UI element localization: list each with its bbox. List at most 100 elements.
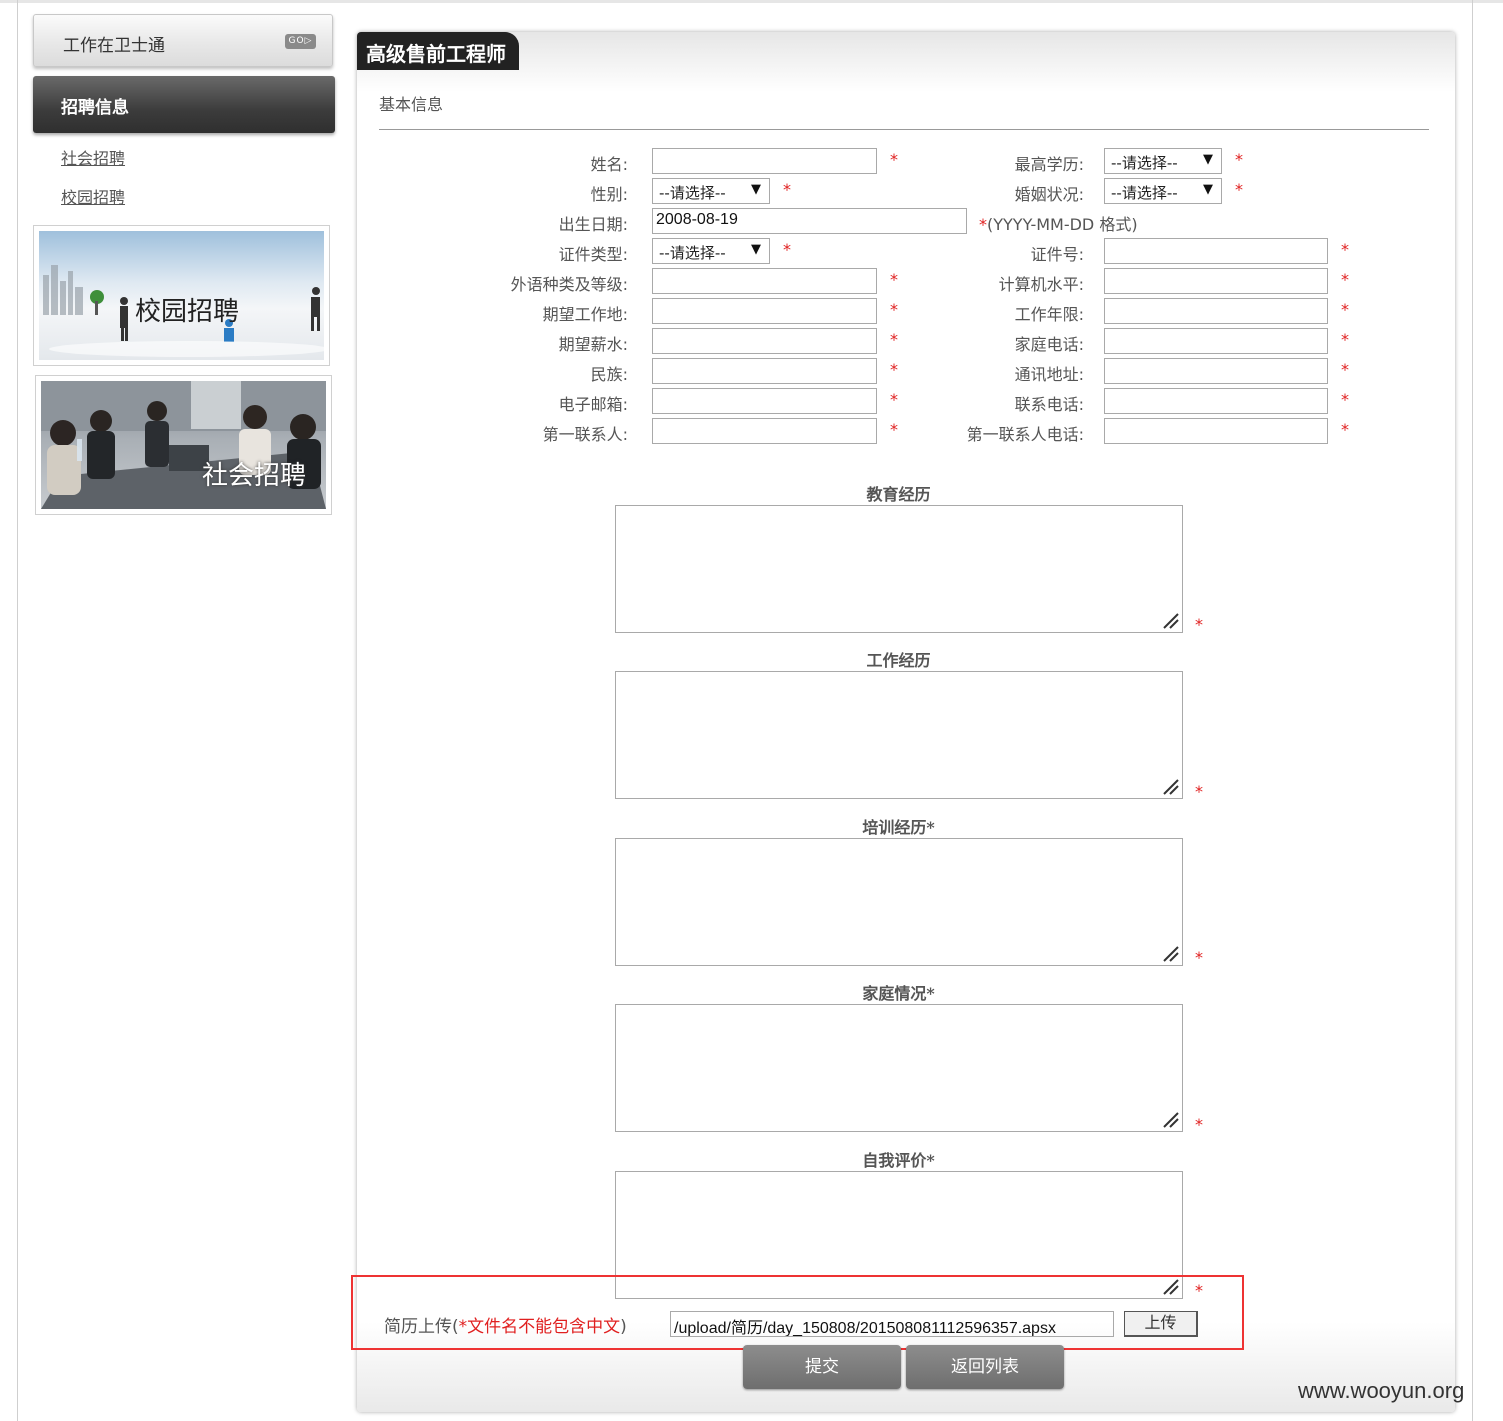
go-icon[interactable]: GO▷ xyxy=(285,34,316,49)
name-required: * xyxy=(890,150,898,169)
idtype-select-value: --请选择-- xyxy=(659,244,726,262)
language-input[interactable] xyxy=(652,268,877,294)
idtype-label: 证件类型: xyxy=(558,245,628,264)
idtype-select[interactable]: --请选择-- ▼ xyxy=(652,238,770,264)
watermark: www.wooyun.org xyxy=(1298,1378,1465,1403)
work-history-required: * xyxy=(1195,782,1203,801)
submit-button[interactable]: 提交 xyxy=(743,1345,901,1389)
ethnic-input[interactable] xyxy=(652,358,877,384)
gender-select-value: --请选择-- xyxy=(659,184,726,202)
work-years-required: * xyxy=(1341,300,1349,319)
training-history-title: 培训经历* xyxy=(862,818,935,837)
phone-required: * xyxy=(1341,390,1349,409)
work-years-input[interactable] xyxy=(1104,298,1328,324)
family-info-required: * xyxy=(1195,1115,1203,1134)
page: 工作在卫士通 GO▷ 招聘信息 社会招聘 校园招聘 校园招聘 社会招聘 高级售前… xyxy=(0,0,1503,1421)
idno-label: 证件号: xyxy=(1030,245,1084,264)
language-label: 外语种类及等级: xyxy=(510,275,628,294)
social-banner-text: 社会招聘 xyxy=(202,461,307,491)
address-label: 通讯地址: xyxy=(1014,365,1084,384)
computer-level-input[interactable] xyxy=(1104,268,1328,294)
campus-recruit-banner[interactable]: 校园招聘 xyxy=(33,225,330,366)
right-border xyxy=(1472,0,1473,1421)
marital-select-value: --请选择-- xyxy=(1111,184,1178,202)
training-history-required: * xyxy=(1195,948,1203,967)
language-required: * xyxy=(890,270,898,289)
chevron-down-icon: ▼ xyxy=(1203,182,1213,197)
address-input[interactable] xyxy=(1104,358,1328,384)
email-required: * xyxy=(890,390,898,409)
self-evaluation-title: 自我评价* xyxy=(862,1151,935,1170)
address-required: * xyxy=(1341,360,1349,379)
contact-phone-label: 第一联系人电话: xyxy=(966,425,1084,444)
education-level-select[interactable]: --请选择-- ▼ xyxy=(1104,148,1222,174)
upload-label-suffix: ) xyxy=(620,1317,627,1337)
back-to-list-button[interactable]: 返回列表 xyxy=(906,1345,1064,1389)
gender-select[interactable]: --请选择-- ▼ xyxy=(652,178,770,204)
recruit-info-title: 招聘信息 xyxy=(61,98,129,118)
computer-level-required: * xyxy=(1341,270,1349,289)
resize-grip-icon[interactable] xyxy=(1160,776,1180,796)
resize-grip-icon[interactable] xyxy=(1160,610,1180,630)
work-history-title: 工作经历 xyxy=(866,651,931,670)
resize-grip-icon[interactable] xyxy=(1160,943,1180,963)
chevron-down-icon: ▼ xyxy=(751,242,761,257)
birth-format-hint: *(YYYY-MM-DD 格式) xyxy=(979,211,1138,235)
basic-info-title: 基本信息 xyxy=(379,95,444,114)
marital-required: * xyxy=(1235,180,1243,199)
education-level-value: --请选择-- xyxy=(1111,154,1178,172)
contact-phone-input[interactable] xyxy=(1104,418,1328,444)
email-input[interactable] xyxy=(652,388,877,414)
phone-input[interactable] xyxy=(1104,388,1328,414)
contact-label: 第一联系人: xyxy=(542,425,628,444)
family-info-textarea[interactable] xyxy=(615,1004,1183,1132)
contact-input[interactable] xyxy=(652,418,877,444)
work-years-label: 工作年限: xyxy=(1014,305,1084,324)
work-history-textarea[interactable] xyxy=(615,671,1183,799)
company-nav-label: 工作在卫士通 xyxy=(63,36,165,56)
job-title-tab: 高级售前工程师 xyxy=(357,32,519,70)
education-history-required: * xyxy=(1195,615,1203,634)
birth-hint-text: (YYYY-MM-DD 格式) xyxy=(987,215,1138,234)
recruit-info-header: 招聘信息 xyxy=(33,76,335,133)
campus-recruit-link[interactable]: 校园招聘 xyxy=(61,184,125,208)
gender-required: * xyxy=(783,180,791,199)
upload-label-prefix: 简历上传( xyxy=(384,1317,459,1337)
contact-required: * xyxy=(890,420,898,439)
ethnic-label: 民族: xyxy=(590,365,628,384)
workplace-label: 期望工作地: xyxy=(542,305,628,324)
salary-required: * xyxy=(890,330,898,349)
training-history-textarea[interactable] xyxy=(615,838,1183,966)
birth-date-input[interactable]: 2008-08-19 xyxy=(652,208,967,234)
resize-grip-icon[interactable] xyxy=(1160,1109,1180,1129)
contact-phone-required: * xyxy=(1341,420,1349,439)
name-input[interactable] xyxy=(652,148,877,174)
resume-path-input[interactable]: /upload/简历/day_150808/201508081112596357… xyxy=(670,1311,1114,1337)
job-title: 高级售前工程师 xyxy=(366,42,506,66)
birth-hint-star: * xyxy=(979,215,987,234)
idno-input[interactable] xyxy=(1104,238,1328,264)
workplace-required: * xyxy=(890,300,898,319)
chevron-down-icon: ▼ xyxy=(751,182,761,197)
left-border xyxy=(17,0,18,1421)
social-recruit-link[interactable]: 社会招聘 xyxy=(61,145,125,169)
education-history-textarea[interactable] xyxy=(615,505,1183,633)
education-level-required: * xyxy=(1235,150,1243,169)
phone-label: 联系电话: xyxy=(1014,395,1084,414)
workplace-input[interactable] xyxy=(652,298,877,324)
salary-label: 期望薪水: xyxy=(558,335,628,354)
salary-input[interactable] xyxy=(652,328,877,354)
ethnic-required: * xyxy=(890,360,898,379)
company-nav-box[interactable]: 工作在卫士通 GO▷ xyxy=(33,14,333,67)
home-phone-input[interactable] xyxy=(1104,328,1328,354)
social-recruit-banner[interactable]: 社会招聘 xyxy=(35,375,332,515)
home-phone-required: * xyxy=(1341,330,1349,349)
section-divider xyxy=(379,129,1429,130)
upload-button[interactable]: 上传 xyxy=(1124,1311,1198,1337)
chevron-down-icon: ▼ xyxy=(1203,152,1213,167)
education-level-label: 最高学历: xyxy=(1014,155,1084,174)
name-label: 姓名: xyxy=(590,155,628,174)
education-history-title: 教育经历 xyxy=(866,485,931,504)
family-info-title: 家庭情况* xyxy=(862,984,935,1003)
marital-select[interactable]: --请选择-- ▼ xyxy=(1104,178,1222,204)
